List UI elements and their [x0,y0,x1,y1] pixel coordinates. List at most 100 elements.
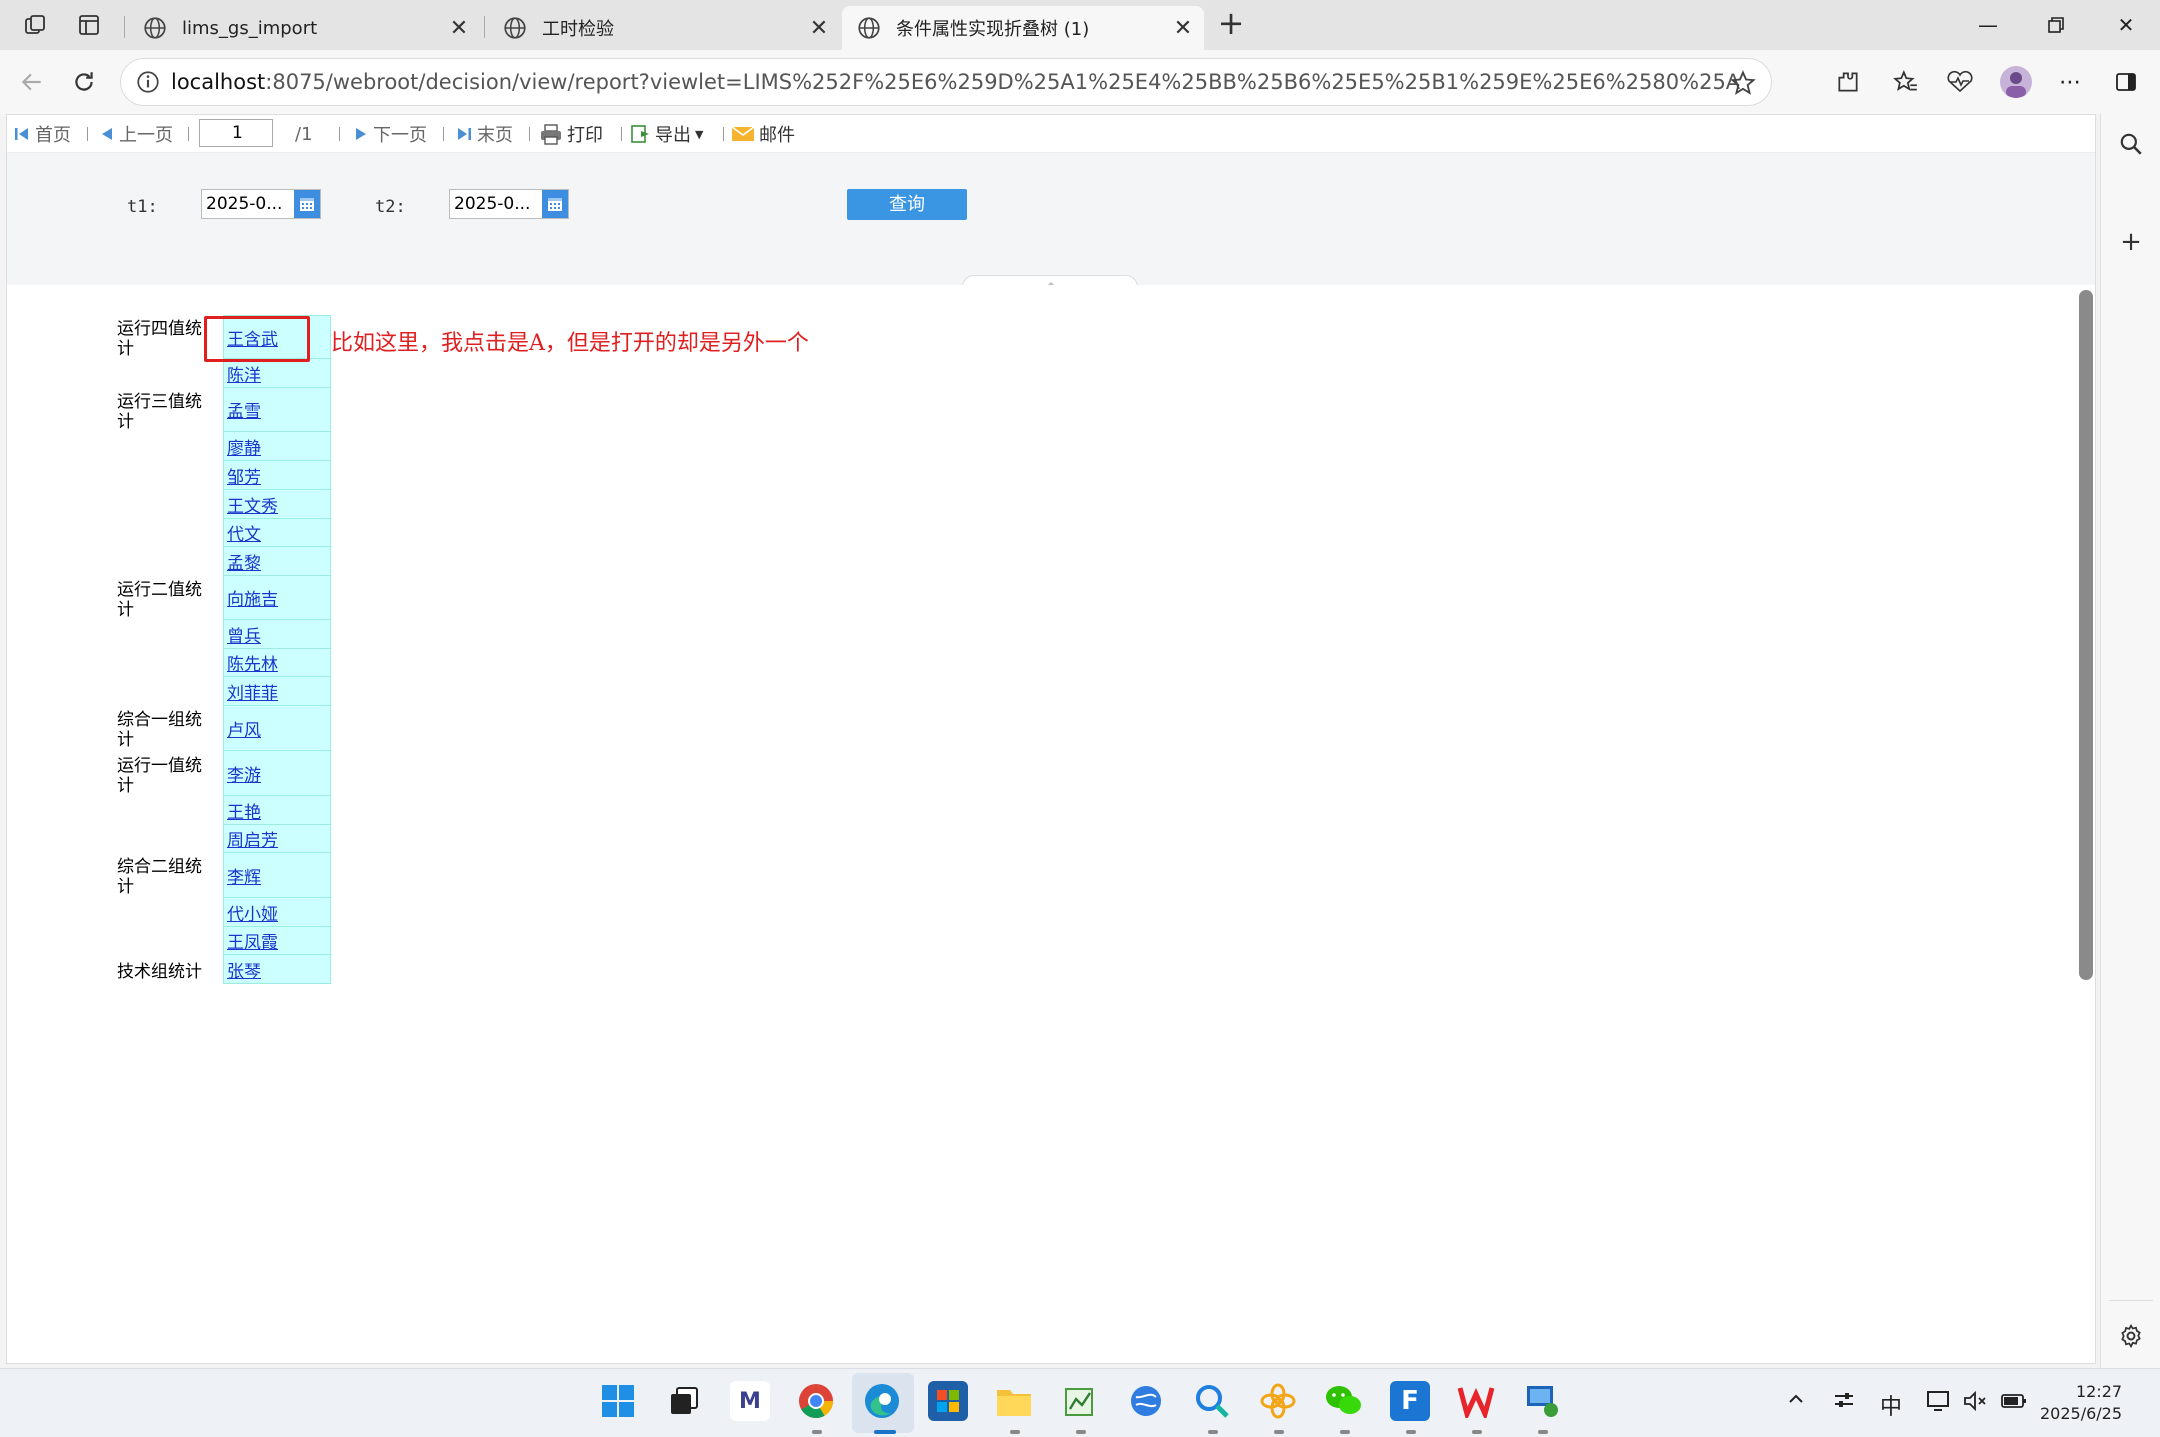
profile-avatar[interactable] [2000,66,2032,98]
name-link[interactable]: 王凤霞 [227,928,278,953]
search-app-icon[interactable] [1192,1381,1232,1421]
next-page-button[interactable]: 下一页 [353,121,427,147]
globe-app-icon[interactable] [1126,1381,1166,1421]
favorites-icon[interactable] [1890,66,1922,98]
name-link[interactable]: 王艳 [227,798,261,823]
name-cell[interactable]: 代文 [223,519,331,547]
name-cell[interactable]: 代小娅 [223,898,331,927]
name-cell[interactable]: 周启芳 [223,825,331,853]
name-link[interactable]: 王文秀 [227,492,278,517]
windows-start-icon[interactable] [598,1381,638,1421]
browser-essentials-icon[interactable] [1944,66,1976,98]
name-link[interactable]: 代小娅 [227,900,278,925]
name-link[interactable]: 向施吉 [227,585,278,610]
name-cell[interactable]: 王艳 [223,796,331,825]
name-cell[interactable]: 陈洋 [223,359,331,388]
name-link[interactable]: 孟黎 [227,549,261,574]
site-info-icon[interactable] [135,69,161,95]
volume-muted-icon[interactable] [1962,1389,1988,1419]
close-window-button[interactable]: ✕ [2092,0,2160,50]
clock[interactable]: 12:27 2025/6/25 [2040,1381,2122,1425]
finereport-app-icon[interactable]: F [1390,1381,1430,1421]
close-icon[interactable]: ✕ [804,16,834,41]
sunflower-app-icon[interactable] [1258,1381,1298,1421]
name-link[interactable]: 陈先林 [227,650,278,675]
name-cell[interactable]: 刘菲菲 [223,677,331,706]
wps-app-icon[interactable] [1456,1381,1496,1421]
notepad-app-icon[interactable] [1060,1381,1100,1421]
last-page-button[interactable]: 末页 [455,121,513,147]
first-page-button[interactable]: 首页 [13,121,71,147]
t1-date-input[interactable]: 2025-0... [201,189,321,219]
name-cell[interactable]: 向施吉 [223,576,331,620]
name-cell[interactable]: 张琴 [223,955,331,984]
tab-active-report[interactable]: 条件属性实现折叠树 (1) ✕ [842,6,1204,50]
calendar-icon[interactable] [294,190,320,218]
name-link[interactable]: 张琴 [227,957,261,982]
vertical-scrollbar[interactable] [2079,290,2093,980]
new-tab-button[interactable]: + [1214,6,1248,40]
minimize-button[interactable]: — [1954,0,2022,50]
name-link[interactable]: 周启芳 [227,826,278,851]
mindmaster-app-icon[interactable]: M [730,1381,770,1421]
edge-app-icon[interactable] [862,1381,902,1421]
chevron-up-icon[interactable] [1786,1389,1806,1415]
mail-button[interactable]: 邮件 [731,121,795,147]
name-cell[interactable]: 李游 [223,751,331,796]
add-icon[interactable]: + [2115,226,2147,258]
tab-lims-gs-import[interactable]: lims_gs_import ✕ [128,6,480,50]
name-link[interactable]: 廖静 [227,434,261,459]
t2-date-input[interactable]: 2025-0... [449,189,569,219]
name-link[interactable]: 陈洋 [227,361,261,386]
name-cell[interactable]: 李辉 [223,853,331,898]
tab-actions-icon[interactable] [74,10,104,40]
network-icon[interactable] [1926,1389,1952,1419]
search-icon[interactable] [2115,128,2147,160]
name-link[interactable]: 曾兵 [227,622,261,647]
remote-desktop-icon[interactable] [1522,1381,1562,1421]
back-arrow-icon[interactable] [14,64,50,100]
restore-button[interactable] [2022,0,2090,50]
input-switch-icon[interactable] [1832,1389,1856,1417]
query-button[interactable]: 查询 [847,189,967,220]
task-view-icon[interactable] [664,1381,704,1421]
name-link[interactable]: 邹芳 [227,463,261,488]
name-cell[interactable]: 曾兵 [223,620,331,649]
store-app-icon[interactable] [928,1381,968,1421]
calendar-icon[interactable] [542,190,568,218]
name-cell[interactable]: 廖静 [223,432,331,461]
name-link[interactable]: 代文 [227,520,261,545]
favorite-star-icon[interactable] [1729,69,1757,97]
name-cell[interactable]: 王文秀 [223,490,331,519]
name-link[interactable]: 李游 [227,761,261,786]
name-link[interactable]: 刘菲菲 [227,679,278,704]
name-cell[interactable]: 王凤霞 [223,927,331,955]
print-button[interactable]: 打印 [539,121,603,147]
name-cell[interactable]: 邹芳 [223,461,331,490]
ime-indicator[interactable]: 中 [1880,1389,1902,1421]
sidebar-toggle-icon[interactable] [2110,66,2142,98]
file-explorer-icon[interactable] [994,1381,1034,1421]
more-menu-icon[interactable]: ⋯ [2054,66,2086,98]
name-link[interactable]: 孟雪 [227,397,261,422]
name-cell[interactable]: 陈先林 [223,649,331,677]
chrome-app-icon[interactable] [796,1381,836,1421]
tab-gongshi-jianyan[interactable]: 工时检验 ✕ [488,6,840,50]
name-cell[interactable]: 卢风 [223,706,331,751]
name-cell[interactable]: 孟黎 [223,547,331,576]
export-dropdown[interactable]: 导出 ▼ [629,121,703,147]
workspaces-icon[interactable] [20,10,50,40]
wechat-app-icon[interactable] [1324,1381,1364,1421]
close-icon[interactable]: ✕ [444,16,474,41]
prev-page-button[interactable]: 上一页 [99,121,173,147]
extensions-icon[interactable] [1832,66,1864,98]
settings-gear-icon[interactable] [2115,1320,2147,1352]
close-icon[interactable]: ✕ [1168,16,1198,41]
address-bar[interactable]: localhost:8075/webroot/decision/view/rep… [120,58,1772,106]
battery-icon[interactable] [2000,1389,2028,1419]
refresh-icon[interactable] [66,64,102,100]
name-link[interactable]: 李辉 [227,863,261,888]
name-link[interactable]: 卢风 [227,716,261,741]
page-number-input[interactable]: 1 [199,119,273,147]
name-cell[interactable]: 孟雪 [223,388,331,432]
